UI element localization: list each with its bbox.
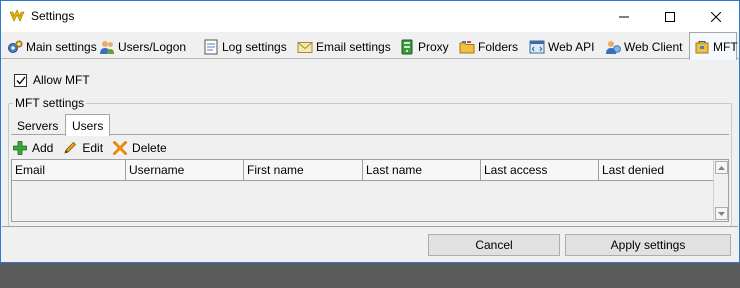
log-icon (204, 39, 218, 54)
subtab-label: Users (72, 118, 104, 133)
envelope-icon (297, 41, 313, 53)
column-header-email[interactable]: Email (12, 160, 126, 181)
tab-email-settings[interactable]: Email settings (293, 34, 391, 59)
footer-divider (2, 226, 738, 227)
tab-proxy[interactable]: Proxy (395, 34, 449, 59)
scroll-up-button[interactable] (715, 161, 728, 174)
column-header-first-name[interactable]: First name (244, 160, 363, 181)
subtab-label: Servers (17, 118, 59, 133)
allow-mft-checkbox[interactable] (14, 73, 27, 87)
mft-icon (695, 40, 709, 53)
close-button[interactable] (693, 1, 739, 32)
grid-scrollbar[interactable] (713, 160, 728, 221)
settings-tabs: Main settings Users/Logon Log settings E… (1, 32, 739, 60)
allow-mft-label: Allow MFT (33, 73, 90, 87)
minimize-button[interactable] (601, 1, 647, 32)
tab-web-api[interactable]: Web API (525, 34, 594, 59)
tab-label: Users/Logon (118, 39, 187, 54)
group-title: MFT settings (13, 96, 87, 110)
edit-button[interactable]: Edit (63, 141, 103, 155)
apply-settings-button[interactable]: Apply settings (565, 234, 731, 256)
settings-window: Settings Main settings Users/Logon Log s… (0, 0, 740, 263)
scroll-down-button[interactable] (715, 207, 728, 220)
arrow-up-icon (718, 165, 725, 170)
users-grid[interactable]: Email Username First name Last name Last… (11, 159, 729, 222)
column-label: First name (247, 163, 304, 177)
column-header-last-name[interactable]: Last name (363, 160, 481, 181)
close-icon (711, 11, 721, 22)
tab-folders[interactable]: Folders (455, 34, 518, 59)
tab-users-logon[interactable]: Users/Logon (95, 34, 186, 59)
column-label: Last name (366, 163, 423, 177)
app-logo-icon (9, 9, 25, 22)
tab-mft[interactable]: MFT (689, 32, 738, 60)
users-toolbar: Add Edit Delete (13, 139, 177, 157)
cancel-button[interactable]: Cancel (428, 234, 560, 256)
tab-label: Web Client (624, 39, 683, 54)
apply-label: Apply settings (610, 238, 686, 252)
add-label: Add (32, 141, 54, 155)
title-bar: Settings (1, 1, 739, 32)
web-api-icon (529, 40, 545, 53)
window-title: Settings (31, 9, 75, 23)
column-label: Last access (484, 163, 548, 177)
users-icon (100, 40, 114, 54)
grid-header: Email Username First name Last name Last… (12, 160, 716, 181)
tab-label: Main settings (26, 39, 97, 54)
tab-label: MFT (713, 39, 738, 54)
mft-panel: Allow MFT MFT settings Servers Users Add (2, 59, 738, 227)
add-icon (13, 141, 27, 155)
delete-button[interactable]: Delete (113, 141, 167, 155)
tab-label: Proxy (418, 39, 449, 54)
gears-icon (8, 40, 23, 53)
tab-label: Web API (548, 39, 595, 54)
allow-mft-option[interactable]: Allow MFT (14, 73, 90, 87)
arrow-down-icon (718, 211, 725, 216)
grid-body[interactable] (12, 181, 715, 221)
pencil-icon (64, 141, 77, 154)
tab-log-settings[interactable]: Log settings (199, 34, 287, 59)
column-header-last-denied[interactable]: Last denied (599, 160, 716, 181)
tab-label: Log settings (222, 39, 287, 54)
minimize-icon (619, 16, 629, 17)
tab-web-client[interactable]: Web Client (601, 34, 682, 59)
column-label: Email (15, 163, 46, 177)
column-header-last-access[interactable]: Last access (481, 160, 599, 181)
mft-settings-group: MFT settings Servers Users Add Edit Dele… (8, 96, 732, 227)
subtab-users[interactable]: Users (65, 114, 111, 136)
checkmark-icon (16, 76, 26, 84)
column-label: Username (129, 163, 185, 177)
column-header-username[interactable]: Username (126, 160, 244, 181)
maximize-button[interactable] (647, 1, 693, 32)
edit-label: Edit (82, 141, 104, 155)
mft-subtabs: Servers Users (11, 114, 729, 136)
add-button[interactable]: Add (13, 141, 53, 155)
proxy-icon (401, 39, 413, 54)
delete-label: Delete (132, 141, 167, 155)
tab-label: Email settings (316, 39, 391, 54)
tab-main-settings[interactable]: Main settings (3, 34, 97, 59)
web-client-icon (606, 40, 621, 54)
folders-icon (459, 40, 475, 53)
tab-label: Folders (478, 39, 519, 54)
cancel-label: Cancel (475, 238, 513, 252)
subtab-servers[interactable]: Servers (11, 116, 64, 135)
column-label: Last denied (602, 163, 665, 177)
maximize-icon (665, 11, 675, 22)
delete-icon (113, 141, 128, 155)
